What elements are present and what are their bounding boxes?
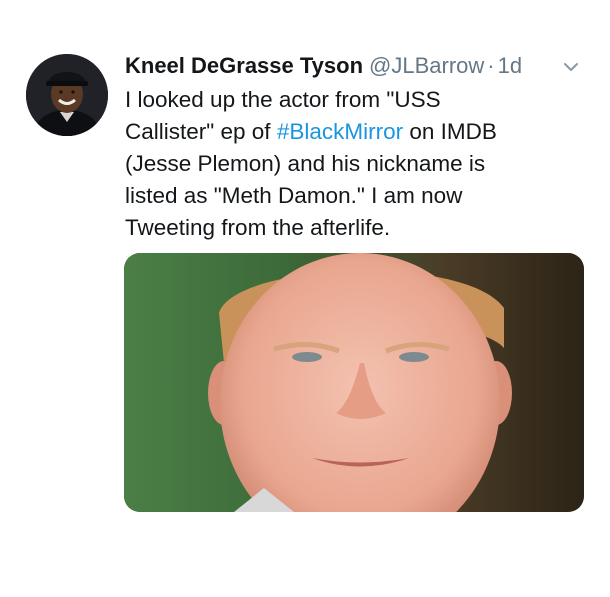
tweet-text-line: Tweeting from the afterlife. xyxy=(125,215,391,240)
chevron-down-icon xyxy=(564,63,578,71)
tweet-text-line: (Jesse Plemon) and his nickname is xyxy=(125,151,486,176)
tweet-text-line: Callister" ep of #BlackMirror on IMDB xyxy=(125,119,497,144)
tweet-text-line: I looked up the actor from "USS xyxy=(125,87,441,112)
tweet-media-photo xyxy=(124,253,584,512)
tweet-text-line: listed as "Meth Damon." I am now xyxy=(125,183,463,208)
display-name[interactable]: Kneel DeGrasse Tyson xyxy=(125,53,363,78)
tweet-header: Kneel DeGrasse Tyson @JLBarrow · 1d xyxy=(125,50,585,82)
more-options-button[interactable] xyxy=(560,56,582,78)
avatar[interactable] xyxy=(26,54,108,136)
tweet-text: I looked up the actor from "USS Calliste… xyxy=(125,84,590,244)
hashtag-link[interactable]: #BlackMirror xyxy=(277,119,403,144)
timestamp[interactable]: 1d xyxy=(498,53,522,78)
separator-dot: · xyxy=(487,53,495,78)
avatar-photo xyxy=(26,54,108,136)
user-handle[interactable]: @JLBarrow xyxy=(369,53,484,78)
tweet-media[interactable] xyxy=(124,253,584,512)
tweet-card: Kneel DeGrasse Tyson @JLBarrow · 1d I looke… xyxy=(0,0,610,597)
